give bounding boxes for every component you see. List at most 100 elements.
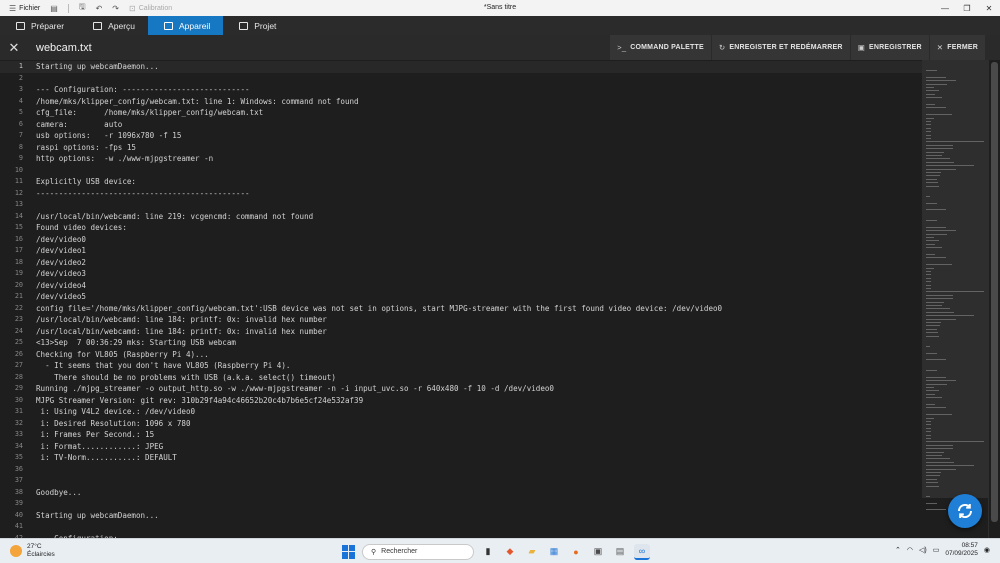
minimap-viewport[interactable] [922, 60, 988, 498]
line-number: 14 [14, 211, 23, 220]
code-line[interactable]: 29 Running ./mjpg_streamer -o output_http… [0, 383, 922, 395]
minimap-line [926, 407, 946, 409]
minimap-line [926, 148, 953, 150]
code-line[interactable]: 14/usr/local/bin/webcamd: line 219: vcge… [0, 211, 922, 223]
vertical-scrollbar[interactable] [988, 60, 1000, 538]
line-number: 35 [14, 453, 23, 461]
command-palette-button[interactable]: >_ COMMAND PALETTE [609, 35, 711, 60]
brave-icon[interactable]: ◆ [502, 544, 518, 560]
code-line[interactable]: 7 usb options: -r 1096x780 -f 15 [0, 130, 922, 142]
code-line[interactable]: 10 [0, 165, 922, 177]
code-line[interactable]: 5 cfg_file: /home/mks/klipper_config/webc… [0, 107, 922, 119]
start-button[interactable] [342, 544, 356, 559]
line-number: 32 [14, 418, 23, 427]
code-line[interactable]: 21/dev/video5 [0, 291, 922, 303]
sync-button[interactable] [948, 494, 982, 528]
code-line[interactable]: 18/dev/video2 [0, 257, 922, 269]
code-line[interactable]: 40 Starting up webcamDaemon... [0, 510, 922, 522]
notification-icon[interactable]: ◉ [984, 546, 990, 554]
folder-icon[interactable]: ▰ [524, 544, 540, 560]
code-line[interactable]: 38 Goodbye... [0, 487, 922, 499]
photos-icon[interactable]: ▣ [590, 544, 606, 560]
save-restart-button[interactable]: ↻ ENREGISTER ET REDÉMARRER [710, 35, 850, 60]
redo-button[interactable]: ↷ [109, 0, 122, 16]
code-line[interactable]: 17/dev/video1 [0, 245, 922, 257]
wifi-icon[interactable]: ◠ [907, 546, 913, 554]
minimap-line [926, 332, 938, 334]
firefox-icon[interactable]: ● [568, 544, 584, 560]
line-number: 16 [14, 234, 23, 243]
code-line[interactable]: 39 [0, 498, 922, 510]
code-line[interactable]: 11 Explicitly USB device: [0, 176, 922, 188]
code-line[interactable]: 23/usr/local/bin/webcamd: line 184: prin… [0, 314, 922, 326]
battery-icon[interactable]: ▭ [933, 546, 940, 554]
save-project-button[interactable]: 🖫 [76, 0, 89, 16]
code-line[interactable]: 20/dev/video4 [0, 280, 922, 292]
file-menu[interactable]: ☰ Fichier [6, 0, 43, 16]
scrollbar-thumb[interactable] [991, 62, 998, 522]
code-line[interactable]: 2 [0, 73, 922, 85]
code-line[interactable]: 37 [0, 475, 922, 487]
code-line[interactable]: 33 i: Frames Per Second.: 15 [0, 429, 922, 441]
code-line[interactable]: 35 i: TV-Norm...........: DEFAULT [0, 452, 922, 464]
tab-preview[interactable]: Aperçu [77, 16, 148, 35]
save-button[interactable]: ▣ ENREGISTRER [849, 35, 929, 60]
windows-logo-icon [342, 544, 348, 551]
code-line[interactable]: 30 MJPG Streamer Version: git rev: 310b29… [0, 395, 922, 407]
tab-project[interactable]: Projet [223, 16, 289, 35]
code-line[interactable]: 4/home/mks/klipper_config/webcam.txt: li… [0, 96, 922, 108]
calibration-button[interactable]: ⊡ Calibration [126, 0, 175, 16]
code-line[interactable]: 26 Checking for VL805 (Raspberry Pi 4)... [0, 349, 922, 361]
code-line[interactable]: 13 [0, 199, 922, 211]
undo-button[interactable]: ↶ [93, 0, 106, 16]
code-line[interactable]: 15 Found video devices: [0, 222, 922, 234]
code-line[interactable]: 25 <13>Sep 7 00:36:29 mks: Starting USB w… [0, 337, 922, 349]
code-line[interactable]: 16/dev/video0 [0, 234, 922, 246]
code-line[interactable]: 28 There should be no problems with USB … [0, 372, 922, 384]
close-button[interactable]: ✕ FERMER [928, 35, 985, 60]
tab-prepare-label: Préparer [31, 20, 65, 31]
code-line[interactable]: 32 i: Desired Resolution: 1096 x 780 [0, 418, 922, 430]
code-line[interactable]: 22 config file='/home/mks/klipper_config/… [0, 303, 922, 315]
volume-icon[interactable]: ◁) [919, 546, 927, 554]
tab-device[interactable]: Appareil [148, 16, 224, 35]
minimize-button[interactable]: — [934, 0, 956, 16]
code-line[interactable]: 34 i: Format............: JPEG [0, 441, 922, 453]
clock[interactable]: 08:57 07/09/2025 [945, 542, 978, 558]
tab-prepare[interactable]: Préparer [0, 16, 77, 35]
close-window-button[interactable]: ✕ [978, 0, 1000, 16]
code-line[interactable]: 24/usr/local/bin/webcamd: line 184: prin… [0, 326, 922, 338]
minimap-line [926, 325, 941, 327]
minimap[interactable] [922, 60, 988, 538]
line-text: Explicitly USB device: [36, 177, 136, 186]
calculator-icon[interactable]: ▤ [612, 544, 628, 560]
minimap-line [926, 414, 952, 416]
store-icon[interactable]: ▦ [546, 544, 562, 560]
file-explorer-icon[interactable]: ▮ [480, 544, 496, 560]
minimap-line [926, 458, 950, 460]
line-text: cfg_file: /home/mks/klipper_config/webca… [36, 108, 264, 117]
code-line[interactable]: 19/dev/video3 [0, 268, 922, 280]
code-line[interactable]: 8 raspi options: -fps 15 [0, 142, 922, 154]
code-line[interactable]: 41 [0, 521, 922, 533]
code-line[interactable]: 1 Starting up webcamDaemon... [0, 61, 922, 73]
code-line[interactable]: 3 --- Configuration: --------------------… [0, 84, 922, 96]
weather-widget[interactable]: 27°C Éclaircies [10, 543, 55, 558]
file-menu-label: Fichier [19, 4, 41, 12]
redo-icon: ↷ [112, 3, 119, 13]
minimap-line [926, 305, 942, 306]
chevron-up-icon[interactable]: ⌃ [895, 546, 901, 554]
code-line[interactable]: 6 camera: auto [0, 119, 922, 131]
close-editor-button[interactable]: ✕ [0, 40, 28, 56]
taskbar-search[interactable]: ⚲ Rechercher [362, 543, 474, 560]
maximize-button[interactable]: ❐ [956, 0, 978, 16]
code-line[interactable]: 27 - It seems that you don't have VL805 … [0, 360, 922, 372]
code-line[interactable]: 31 i: Using V4L2 device.: /dev/video0 [0, 406, 922, 418]
code-line[interactable]: 9 http options: -w ./www-mjpgstreamer -n [0, 153, 922, 165]
list-button[interactable]: ▤ [47, 0, 61, 16]
code-editor[interactable]: 1 Starting up webcamDaemon... 2 3 --- Config… [0, 60, 922, 538]
code-line[interactable]: 36 [0, 464, 922, 476]
code-line[interactable]: 12 --------------------------------------… [0, 188, 922, 200]
orca-slicer-icon[interactable]: ∞ [634, 543, 650, 560]
minimap-line [926, 424, 931, 426]
